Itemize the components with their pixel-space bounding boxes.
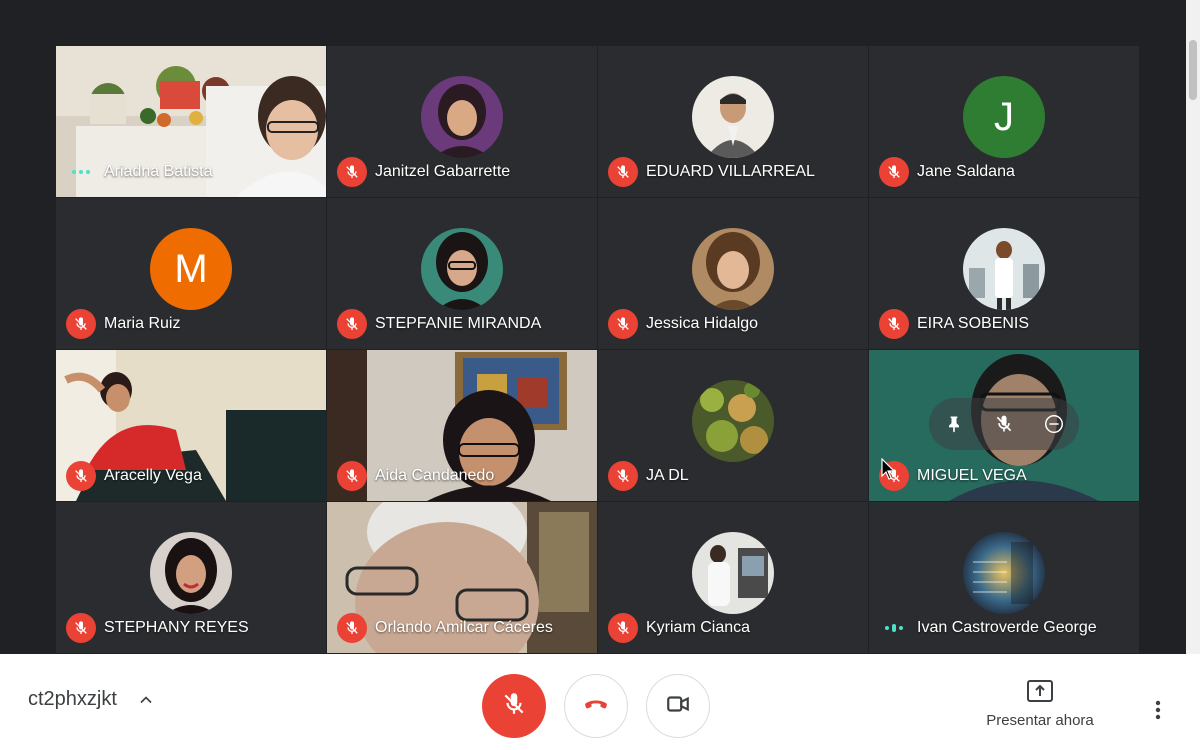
participant-tile[interactable]: Orlando Amilcar Cáceres	[327, 502, 597, 653]
participant-label: Kyriam Cianca	[608, 613, 750, 643]
participant-avatar	[421, 228, 503, 310]
chevron-up-icon[interactable]	[136, 690, 156, 715]
participant-tile[interactable]: STEPHANY REYES	[56, 502, 326, 653]
participant-name: JA DL	[646, 467, 689, 484]
participant-tile[interactable]: Jessica Hidalgo	[598, 198, 868, 349]
mic-off-icon	[608, 613, 638, 643]
mic-off-icon	[608, 309, 638, 339]
participant-tile[interactable]: EDUARD VILLARREAL	[598, 46, 868, 197]
mic-off-icon	[337, 309, 367, 339]
participant-label: EDUARD VILLARREAL	[608, 157, 815, 187]
participant-label: Maria Ruiz	[66, 309, 180, 339]
participant-label: Ariadna Batista	[66, 157, 213, 187]
participant-tile[interactable]: Aracelly Vega	[56, 350, 326, 501]
participant-tile[interactable]: STEPFANIE MIRANDA	[327, 198, 597, 349]
participant-name: Janitzel Gabarrette	[375, 163, 511, 180]
mic-off-icon	[608, 157, 638, 187]
participant-name: EDUARD VILLARREAL	[646, 163, 815, 180]
mic-off-icon	[66, 461, 96, 491]
hang-up-icon	[582, 690, 610, 723]
participant-label: Jane Saldana	[879, 157, 1015, 187]
present-label: Presentar ahora	[986, 712, 1094, 729]
participant-label: STEPFANIE MIRANDA	[337, 309, 541, 339]
pin-icon[interactable]	[939, 409, 969, 439]
participant-tile[interactable]: Kyriam Cianca	[598, 502, 868, 653]
mic-off-icon	[337, 157, 367, 187]
participant-tile[interactable]: EIRA SOBENIS	[869, 198, 1139, 349]
participant-name: Orlando Amilcar Cáceres	[375, 619, 553, 636]
participant-tile[interactable]: MIGUEL VEGA	[869, 350, 1139, 501]
leave-call-button[interactable]	[564, 674, 628, 738]
participant-label: JA DL	[608, 461, 689, 491]
participant-avatar	[692, 380, 774, 462]
mic-off-icon	[66, 613, 96, 643]
meeting-stage: Ariadna Batista Janitzel Gabarrette EDUA…	[0, 0, 1200, 654]
participant-label: STEPHANY REYES	[66, 613, 249, 643]
participant-name: Aida Candanedo	[375, 467, 495, 484]
scrollbar[interactable]	[1186, 0, 1200, 654]
participant-name: MIGUEL VEGA	[917, 467, 1027, 484]
participant-tile[interactable]: Janitzel Gabarrette	[327, 46, 597, 197]
scrollbar-thumb[interactable]	[1189, 40, 1197, 100]
camera-icon	[665, 691, 691, 722]
participant-name: EIRA SOBENIS	[917, 315, 1030, 332]
participant-avatar	[692, 228, 774, 310]
participant-label: Ivan Castroverde George	[879, 613, 1097, 643]
remove-participant-icon[interactable]	[1039, 409, 1069, 439]
present-icon	[968, 680, 1112, 706]
participant-avatar	[692, 532, 774, 614]
participant-name: Kyriam Cianca	[646, 619, 751, 636]
mute-participant-icon[interactable]	[989, 409, 1019, 439]
participant-name: STEPHANY REYES	[104, 619, 249, 636]
microphone-toggle-button[interactable]	[482, 674, 546, 738]
participant-avatar	[963, 532, 1045, 614]
participant-name: Jessica Hidalgo	[646, 315, 759, 332]
tile-hover-controls	[929, 398, 1079, 450]
mic-off-icon	[501, 691, 527, 722]
participant-label: Aracelly Vega	[66, 461, 202, 491]
participant-avatar	[150, 532, 232, 614]
participant-name: Ivan Castroverde George	[917, 619, 1097, 636]
participant-grid: Ariadna Batista Janitzel Gabarrette EDUA…	[56, 46, 1139, 654]
participant-tile[interactable]: J Jane Saldana	[869, 46, 1139, 197]
participant-tile[interactable]: JA DL	[598, 350, 868, 501]
participant-avatar	[692, 76, 774, 158]
mic-off-icon	[337, 613, 367, 643]
participant-name: Aracelly Vega	[104, 467, 202, 484]
participant-label: Orlando Amilcar Cáceres	[337, 613, 553, 643]
participant-tile[interactable]: Aida Candanedo	[327, 350, 597, 501]
participant-label: MIGUEL VEGA	[879, 461, 1027, 491]
meeting-code[interactable]: ct2phxzjkt	[28, 688, 117, 711]
participant-name: STEPFANIE MIRANDA	[375, 315, 542, 332]
speaking-indicator-icon	[879, 613, 909, 643]
participant-avatar	[421, 76, 503, 158]
meeting-controls-bar: ct2phxzjkt Presentar ahora	[0, 654, 1200, 750]
participant-name: Ariadna Batista	[104, 163, 213, 180]
participant-avatar	[963, 228, 1045, 310]
participant-tile[interactable]: M Maria Ruiz	[56, 198, 326, 349]
speaking-indicator-icon	[66, 157, 96, 187]
mic-off-icon	[337, 461, 367, 491]
mic-off-icon	[608, 461, 638, 491]
participant-tile[interactable]: Ivan Castroverde George	[869, 502, 1139, 653]
mic-off-icon	[879, 309, 909, 339]
participant-label: Janitzel Gabarrette	[337, 157, 510, 187]
more-vert-icon[interactable]	[1150, 698, 1166, 727]
participant-label: EIRA SOBENIS	[879, 309, 1029, 339]
participant-label: Jessica Hidalgo	[608, 309, 758, 339]
participant-avatar: J	[963, 76, 1045, 158]
participant-tile[interactable]: Ariadna Batista	[56, 46, 326, 197]
participant-avatar: M	[150, 228, 232, 310]
present-now-button[interactable]: Presentar ahora	[968, 680, 1112, 729]
participant-label: Aida Candanedo	[337, 461, 494, 491]
participant-name: Maria Ruiz	[104, 315, 181, 332]
mic-off-icon	[66, 309, 96, 339]
camera-toggle-button[interactable]	[646, 674, 710, 738]
participant-name: Jane Saldana	[917, 163, 1015, 180]
mouse-cursor-icon	[881, 458, 895, 480]
mic-off-icon	[879, 157, 909, 187]
